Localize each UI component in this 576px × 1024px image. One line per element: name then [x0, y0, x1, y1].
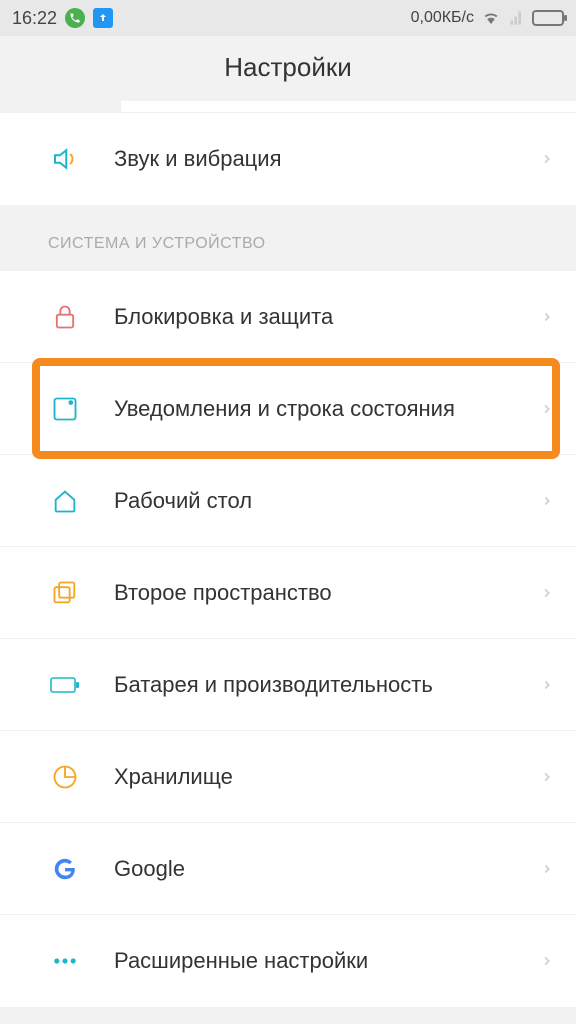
item-sound[interactable]: Звук и вибрация: [0, 113, 576, 205]
more-dots-icon: [48, 947, 82, 975]
item-label: Уведомления и строка состояния: [114, 396, 540, 422]
chevron-right-icon: [540, 858, 554, 880]
status-bar: 16:22 0,00КБ/с: [0, 0, 576, 36]
item-advanced[interactable]: Расширенные настройки: [0, 915, 576, 1007]
status-time: 16:22: [12, 8, 57, 29]
page-title: Настройки: [0, 52, 576, 83]
item-label: Расширенные настройки: [114, 948, 540, 974]
item-second-space[interactable]: Второе пространство: [0, 547, 576, 639]
home-icon: [48, 487, 82, 515]
second-space-icon: [48, 579, 82, 607]
wifi-icon: [480, 9, 502, 27]
item-lock[interactable]: Блокировка и защита: [0, 271, 576, 363]
google-icon: [48, 855, 82, 883]
notification-bar-icon: [48, 395, 82, 423]
signal-icon: [508, 10, 526, 26]
item-label: Звук и вибрация: [114, 146, 540, 172]
speaker-icon: [48, 144, 82, 174]
storage-pie-icon: [48, 763, 82, 791]
item-storage[interactable]: Хранилище: [0, 731, 576, 823]
item-notifications[interactable]: Уведомления и строка состояния: [0, 363, 576, 455]
phone-call-icon: [65, 8, 85, 28]
item-label: Батарея и производительность: [114, 672, 540, 698]
battery-icon: [532, 10, 564, 26]
page-header: Настройки: [0, 36, 576, 101]
chevron-right-icon: [540, 398, 554, 420]
chevron-right-icon: [540, 766, 554, 788]
chevron-right-icon: [540, 674, 554, 696]
battery-performance-icon: [48, 674, 82, 696]
item-label: Хранилище: [114, 764, 540, 790]
section-header-system: СИСТЕМА И УСТРОЙСТВО: [0, 205, 576, 271]
item-label: Блокировка и защита: [114, 304, 540, 330]
chevron-right-icon: [540, 490, 554, 512]
chevron-right-icon: [540, 306, 554, 328]
item-label: Второе пространство: [114, 580, 540, 606]
item-label: Рабочий стол: [114, 488, 540, 514]
partial-item: [120, 101, 576, 113]
chevron-right-icon: [540, 950, 554, 972]
chevron-right-icon: [540, 148, 554, 170]
upload-icon: [93, 8, 113, 28]
data-rate: 0,00КБ/с: [411, 9, 474, 27]
chevron-right-icon: [540, 582, 554, 604]
item-google[interactable]: Google: [0, 823, 576, 915]
lock-icon: [48, 303, 82, 331]
item-battery[interactable]: Батарея и производительность: [0, 639, 576, 731]
item-home[interactable]: Рабочий стол: [0, 455, 576, 547]
item-label: Google: [114, 856, 540, 882]
